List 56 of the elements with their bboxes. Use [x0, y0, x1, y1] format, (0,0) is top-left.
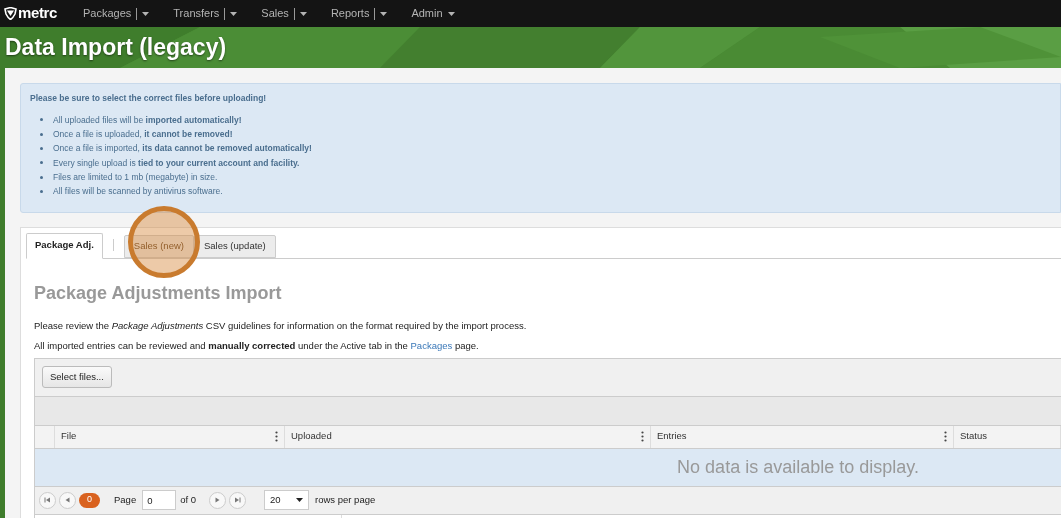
tab[interactable]: Package Adj. — [26, 232, 103, 259]
page-count: of 0 — [180, 492, 197, 507]
bullet-icon — [40, 132, 43, 136]
caret-icon — [299, 11, 307, 16]
page-input[interactable]: 0 — [142, 490, 177, 511]
section-heading: Package Adjustments Import — [34, 281, 283, 305]
column-header[interactable]: File — [55, 425, 285, 448]
bullet-icon — [40, 118, 43, 122]
caret-icon — [447, 11, 455, 16]
pager-button[interactable] — [229, 491, 247, 509]
bullet-icon — [40, 175, 43, 179]
column-header[interactable]: Status — [954, 425, 1061, 448]
instruction-text: Please review the Package Adjustments CSV guidelines for information on the format required by the import process. — [34, 318, 528, 333]
caret-icon — [230, 11, 238, 16]
bullet-icon — [40, 189, 43, 193]
logo-text: metrc — [18, 3, 57, 24]
rows-per-page-label: rows per page — [315, 492, 376, 507]
alert-item-text: Once a file is imported, its data cannot be removed automatically! — [53, 142, 312, 156]
pager-button[interactable] — [209, 491, 227, 509]
instruction-text: All imported entries can be reviewed and manually corrected under the Active tab in the Packages page. — [34, 338, 480, 353]
pager-button[interactable] — [39, 491, 56, 509]
alert-heading: Please be sure to select the correct files before uploading! — [30, 92, 268, 105]
pager-arrow-icon — [234, 497, 242, 504]
nav-menu-item[interactable]: Admin — [411, 5, 455, 22]
select-files-button[interactable]: Select files... — [42, 366, 112, 389]
caret-icon — [142, 11, 150, 16]
bullet-icon — [40, 147, 43, 150]
alert-item-text: All uploaded files will be imported automatically! — [53, 113, 242, 127]
column-menu-icon[interactable] — [641, 431, 644, 443]
alert-item-text: Once a file is uploaded, it cannot be removed! — [53, 128, 233, 142]
packages-link[interactable]: Packages — [410, 339, 453, 351]
bullet-icon — [40, 161, 43, 165]
tab[interactable]: Sales (update) — [193, 234, 276, 258]
page-label: Page — [114, 492, 137, 507]
pager-arrow-icon — [64, 497, 71, 504]
column-menu-icon[interactable] — [275, 431, 278, 443]
column-header[interactable]: Uploaded — [285, 425, 651, 448]
alert-item-text: All files will be scanned by antivirus software. — [53, 185, 223, 199]
shield-logo-icon — [4, 7, 17, 20]
nav-menu-item[interactable]: Packages — [83, 5, 150, 22]
page-title: Data Import (legacy) — [4, 33, 227, 62]
caret-icon — [296, 498, 304, 503]
current-page-badge: 0 — [79, 492, 100, 508]
nav-menu-item[interactable]: Sales — [261, 5, 307, 22]
nav-menu-item[interactable]: Reports — [330, 5, 388, 22]
empty-message: No data is available to display. — [677, 455, 919, 479]
nav-menu-item[interactable]: Transfers — [173, 5, 238, 22]
alert-item-text: Every single upload is tied to your current account and facility. — [53, 156, 300, 170]
pager-button[interactable] — [59, 491, 76, 509]
column-header[interactable]: Entries — [651, 425, 954, 448]
page-size-select[interactable]: 20 — [264, 490, 310, 511]
alert-item-text: Files are limited to 1 mb (megabyte) in size. — [53, 170, 218, 184]
pager-arrow-icon — [44, 497, 51, 504]
column-menu-icon[interactable] — [944, 431, 947, 443]
caret-icon — [380, 11, 388, 16]
pager-arrow-icon — [214, 497, 222, 504]
